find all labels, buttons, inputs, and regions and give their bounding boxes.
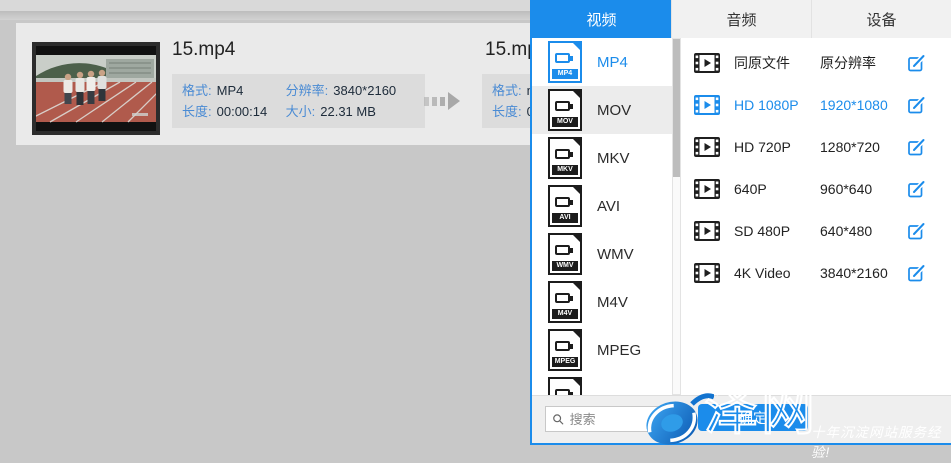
source-info-box: 格式: MP4 分辨率: 3840*2160 长度: 00:00:14 大小: 22.3… [172, 74, 425, 128]
preset-name: 640P [734, 181, 820, 197]
format-item-mov[interactable]: MOV MOV [532, 86, 672, 134]
tab-device[interactable]: 设备 [811, 0, 951, 38]
mp4-file-icon: MP4 [548, 41, 582, 83]
format-item-label: WMV [597, 246, 634, 263]
preset-row-4k[interactable]: 4K Video 3840*2160 [681, 252, 951, 294]
format-value: MP4 [217, 83, 244, 98]
confirm-button[interactable]: 确定 [698, 404, 808, 431]
preset-row-640p[interactable]: 640P 960*640 [681, 168, 951, 210]
size-label: 大小: [286, 104, 316, 119]
filmstrip-icon [694, 95, 720, 115]
video-thumbnail[interactable] [32, 42, 160, 135]
thumbnail-scene [36, 46, 156, 131]
edit-icon[interactable] [906, 263, 926, 283]
format-item-label: M4V [597, 294, 628, 311]
preset-resolution: 3840*2160 [820, 265, 906, 281]
source-file-title: 15.mp4 [172, 39, 235, 61]
preset-name: 4K Video [734, 265, 820, 281]
file-icon [548, 377, 582, 395]
mov-file-icon: MOV [548, 89, 582, 131]
edit-icon[interactable] [906, 221, 926, 241]
duration-label: 长度: [182, 104, 212, 119]
filmstrip-icon [694, 221, 720, 241]
preset-row-sd480p[interactable]: SD 480P 640*480 [681, 210, 951, 252]
convert-arrow-icon [424, 92, 460, 110]
scrollbar-thumb[interactable] [673, 39, 680, 177]
format-item-label: MOV [597, 102, 631, 119]
format-item-label: MKV [597, 150, 630, 167]
edit-icon[interactable] [906, 95, 926, 115]
format-item-label: MPEG [597, 342, 641, 359]
format-picker-popup: 视频 音频 设备 MP4 MP4 MOV MOV MKV MKV AVI AVI… [530, 0, 951, 445]
format-item-partial[interactable] [532, 374, 672, 395]
search-icon [552, 412, 565, 427]
format-item-label: MP4 [597, 54, 628, 71]
format-item-m4v[interactable]: M4V M4V [532, 278, 672, 326]
preset-row-hd1080p[interactable]: HD 1080P 1920*1080 [681, 84, 951, 126]
preset-resolution: 640*480 [820, 223, 906, 239]
tab-audio[interactable]: 音频 [671, 0, 811, 38]
resolution-label: 分辨率: [286, 83, 329, 98]
resolution-value: 3840*2160 [333, 83, 396, 98]
mkv-file-icon: MKV [548, 137, 582, 179]
preset-resolution: 1920*1080 [820, 97, 906, 113]
mpeg-file-icon: MPEG [548, 329, 582, 371]
preset-resolution: 1280*720 [820, 139, 906, 155]
popup-bottom-bar: 确定 [532, 395, 951, 443]
format-list-scrollbar[interactable] [672, 38, 681, 395]
duration-value: 00:00:14 [217, 104, 268, 119]
avi-file-icon: AVI [548, 185, 582, 227]
format-list: MP4 MP4 MOV MOV MKV MKV AVI AVI WMV WMV … [532, 38, 672, 395]
edit-icon[interactable] [906, 53, 926, 73]
filmstrip-icon [694, 137, 720, 157]
size-value: 22.31 MB [320, 104, 376, 119]
format-item-avi[interactable]: AVI AVI [532, 182, 672, 230]
preset-name: SD 480P [734, 223, 820, 239]
edit-icon[interactable] [906, 179, 926, 199]
preset-resolution: 960*640 [820, 181, 906, 197]
search-box[interactable] [545, 406, 673, 432]
edit-icon[interactable] [906, 137, 926, 157]
format-item-mkv[interactable]: MKV MKV [532, 134, 672, 182]
m4v-file-icon: M4V [548, 281, 582, 323]
search-input[interactable] [570, 412, 666, 427]
preset-name: HD 1080P [734, 97, 820, 113]
preset-row-hd720p[interactable]: HD 720P 1280*720 [681, 126, 951, 168]
filmstrip-icon [694, 263, 720, 283]
format-item-mpeg[interactable]: MPEG MPEG [532, 326, 672, 374]
tab-video[interactable]: 视频 [532, 0, 671, 38]
format-item-wmv[interactable]: WMV WMV [532, 230, 672, 278]
preset-list: 同原文件 原分辨率 HD 1080P 1920*1080 HD 720P 128… [681, 38, 951, 395]
format-label: 格式: [492, 83, 522, 98]
filmstrip-icon [694, 179, 720, 199]
duration-label: 长度: [492, 104, 522, 119]
format-item-label: AVI [597, 198, 620, 215]
wmv-file-icon: WMV [548, 233, 582, 275]
popup-tab-bar: 视频 音频 设备 [532, 0, 951, 38]
preset-resolution: 原分辨率 [820, 53, 906, 73]
preset-row-original[interactable]: 同原文件 原分辨率 [681, 42, 951, 84]
filmstrip-icon [694, 53, 720, 73]
preset-name: 同原文件 [734, 53, 820, 73]
format-item-mp4[interactable]: MP4 MP4 [532, 38, 672, 86]
preset-name: HD 720P [734, 139, 820, 155]
format-label: 格式: [182, 83, 212, 98]
